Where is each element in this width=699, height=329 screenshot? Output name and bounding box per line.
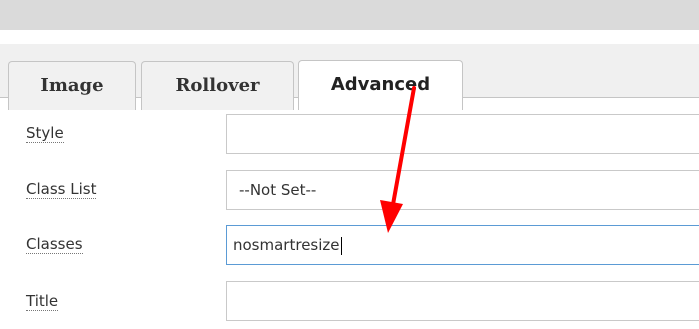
dialog-panel: Image Rollover Advanced Style Class List… — [0, 30, 699, 329]
title-label: Title — [26, 292, 59, 311]
text-cursor — [340, 236, 342, 255]
style-label: Style — [26, 124, 64, 143]
tab-image-label: Image — [40, 75, 104, 96]
tab-rollover[interactable]: Rollover — [141, 61, 294, 110]
tab-rollover-label: Rollover — [175, 75, 260, 96]
class-list-select[interactable]: --Not Set-- — [226, 170, 699, 210]
tab-advanced[interactable]: Advanced — [298, 60, 463, 110]
classes-label: Classes — [26, 235, 83, 254]
classes-input-value: nosmartresize — [233, 236, 340, 254]
style-input[interactable] — [226, 114, 699, 154]
class-list-selected-value: --Not Set-- — [239, 181, 317, 199]
class-list-label: Class List — [26, 180, 97, 199]
tab-bar: Image Rollover Advanced — [0, 44, 699, 110]
classes-input[interactable]: nosmartresize — [226, 225, 699, 265]
tab-advanced-label: Advanced — [330, 74, 431, 95]
tab-image[interactable]: Image — [8, 61, 136, 110]
title-input[interactable] — [226, 281, 699, 321]
dialog-titlebar — [0, 0, 699, 30]
